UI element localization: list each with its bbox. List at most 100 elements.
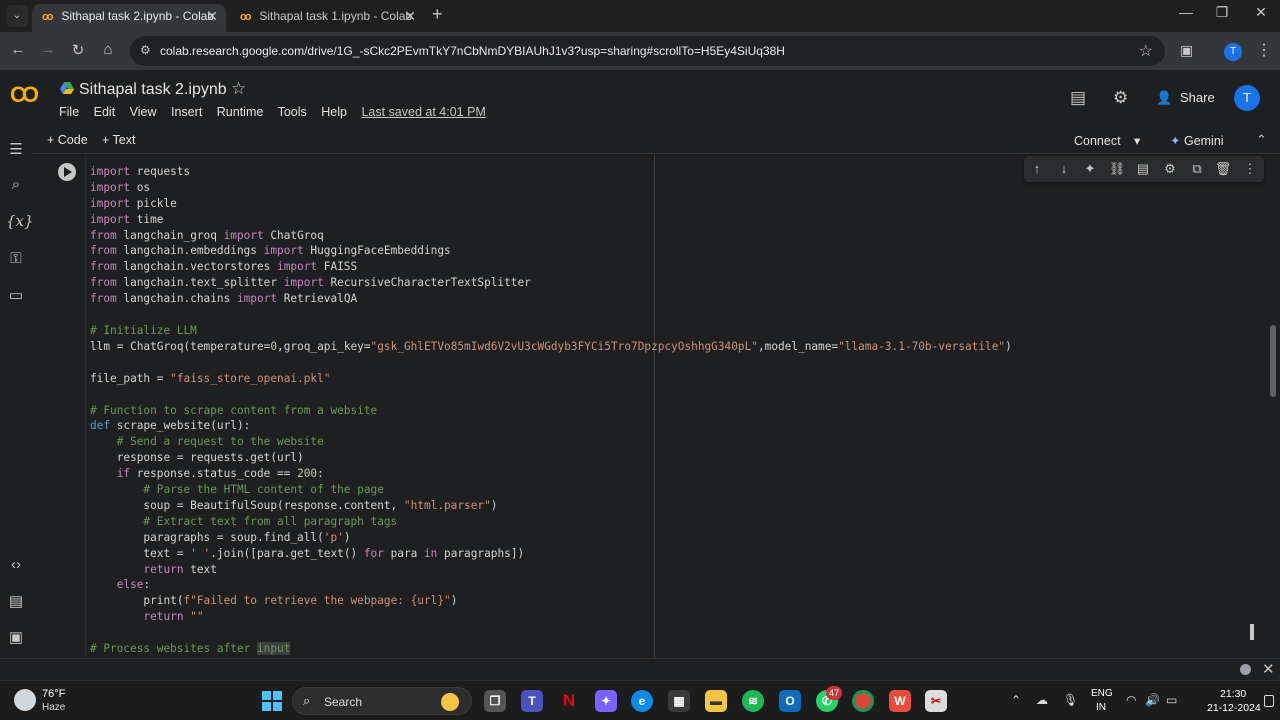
netflix-icon[interactable]: N — [558, 690, 580, 712]
new-tab-plus-icon[interactable]: + — [432, 4, 443, 25]
code-cell[interactable]: import requests import os import pickle … — [85, 155, 1268, 658]
bookmark-star-icon[interactable]: ☆ — [1139, 41, 1153, 61]
files-folder-icon[interactable]: ▭ — [6, 286, 26, 304]
url-text[interactable]: colab.research.google.com/drive/1G_-sCkc… — [160, 44, 785, 58]
menu-help[interactable]: Help — [321, 105, 347, 119]
language-indicator[interactable]: ENG — [1091, 688, 1113, 699]
variables-icon[interactable]: {x} — [6, 212, 34, 230]
star-notebook-icon[interactable]: ☆ — [231, 79, 246, 99]
comment-icon[interactable]: ▤ — [1133, 161, 1153, 177]
chrome-icon[interactable] — [852, 690, 874, 712]
status-close-icon[interactable]: ✕ — [1262, 660, 1275, 678]
gemini-cell-sparkle-icon[interactable]: ✦ — [1080, 161, 1100, 177]
colab-logo[interactable]: CO — [10, 82, 39, 108]
link-icon[interactable]: ⛓ — [1107, 161, 1127, 177]
snipping-tool-icon[interactable]: ✂ — [925, 690, 947, 712]
left-sidebar: ☰ ⌕ {x} ⚿ ▭ ‹› ▤ ▣ — [0, 128, 34, 658]
volume-icon[interactable]: 🔊 — [1145, 693, 1160, 707]
weather-description[interactable]: Haze — [42, 702, 65, 713]
notebook-title[interactable]: Sithapal task 2.ipynb — [79, 81, 227, 99]
menu-view[interactable]: View — [130, 105, 157, 119]
site-info-icon[interactable]: ⚙ — [140, 43, 151, 57]
delete-trash-icon[interactable]: 🗑 — [1213, 161, 1233, 177]
windows-start-icon[interactable] — [262, 691, 282, 711]
edge-icon[interactable]: e — [631, 690, 653, 712]
vertical-scrollbar[interactable] — [1270, 325, 1276, 397]
microphone-icon[interactable]: 🎙 — [1063, 693, 1078, 707]
teams-icon[interactable]: T — [521, 690, 543, 712]
tab-close-icon[interactable]: ✕ — [404, 4, 416, 28]
code-editor[interactable]: import requests import os import pickle … — [90, 155, 1012, 658]
search-icon[interactable]: ⌕ — [6, 176, 26, 193]
share-people-icon[interactable]: 👤 — [1156, 90, 1172, 106]
wps-office-icon[interactable]: W — [889, 690, 911, 712]
home-icon[interactable]: ⌂ — [98, 41, 118, 58]
last-saved-link[interactable]: Last saved at 4:01 PM — [361, 105, 485, 119]
minimize-icon[interactable]: — — [1171, 4, 1201, 20]
browser-menu-icon[interactable]: ⋮ — [1256, 40, 1272, 60]
wifi-icon[interactable]: ◠ — [1126, 693, 1136, 707]
weather-temperature[interactable]: 76°F — [42, 688, 65, 700]
menu-runtime[interactable]: Runtime — [217, 105, 264, 119]
code-line: from langchain.chains import RetrievalQA — [90, 292, 358, 306]
window-close-icon[interactable]: ✕ — [1246, 4, 1276, 21]
command-palette-icon[interactable]: ▤ — [6, 592, 26, 610]
terminal-icon[interactable]: ▣ — [6, 628, 26, 646]
cell-scroll-thumb[interactable] — [1250, 624, 1254, 640]
code-snippets-icon[interactable]: ‹› — [6, 556, 26, 573]
copilot-icon[interactable]: ✦ — [595, 690, 617, 712]
runtime-status-dot[interactable] — [1240, 664, 1251, 675]
store-icon[interactable]: ▦ — [668, 690, 690, 712]
taskbar-search-box[interactable]: ⌕ Search — [292, 687, 472, 715]
task-view-icon[interactable]: ❐ — [484, 690, 506, 712]
forward-arrow-icon[interactable]: → — [38, 41, 58, 58]
back-arrow-icon[interactable]: ← — [8, 41, 28, 58]
browser-profile-avatar[interactable]: T — [1224, 43, 1242, 61]
tab-close-icon[interactable]: ✕ — [206, 4, 218, 28]
weather-haze-icon[interactable] — [14, 689, 36, 711]
cell-settings-gear-icon[interactable]: ⚙ — [1160, 161, 1180, 177]
keyboard-region[interactable]: IN — [1096, 702, 1106, 713]
comments-icon[interactable]: ▤ — [1070, 88, 1086, 108]
gemini-button[interactable]: ✦ Gemini — [1170, 133, 1224, 148]
settings-gear-icon[interactable]: ⚙ — [1113, 88, 1128, 108]
onedrive-cloud-icon[interactable]: ☁ — [1036, 693, 1048, 707]
tab-search-chevron-icon[interactable]: ⌄ — [6, 5, 28, 27]
extensions-puzzle-icon[interactable]: ▣ — [1180, 42, 1193, 59]
outlook-icon[interactable]: O — [779, 690, 801, 712]
run-cell-play-icon[interactable] — [58, 163, 76, 181]
account-avatar[interactable]: T — [1234, 85, 1260, 111]
code-line: # Send a request to the website — [90, 435, 324, 449]
code-line: # Process websites after input — [90, 642, 291, 656]
mirror-cell-icon[interactable]: ⧉ — [1187, 161, 1207, 177]
clock-date[interactable]: 21-12-2024 — [1207, 702, 1261, 714]
browser-tab[interactable]: oo Sithapal task 1.ipynb - Colab ✕ — [230, 4, 424, 32]
move-cell-down-icon[interactable]: ↓ — [1054, 161, 1074, 176]
spotify-icon[interactable]: ≋ — [742, 690, 764, 712]
share-button[interactable]: Share — [1180, 90, 1215, 105]
address-bar[interactable]: ⚙ colab.research.google.com/drive/1G_-sC… — [130, 36, 1165, 66]
move-cell-up-icon[interactable]: ↑ — [1027, 161, 1047, 176]
reload-icon[interactable]: ↻ — [68, 41, 88, 59]
file-explorer-icon[interactable]: ▬ — [705, 690, 727, 712]
menu-insert[interactable]: Insert — [171, 105, 202, 119]
connect-dropdown-icon[interactable]: ▾ — [1134, 134, 1140, 148]
code-line: from langchain_groq import ChatGroq — [90, 228, 324, 242]
notifications-icon[interactable] — [1264, 695, 1274, 707]
cell-more-options-icon[interactable]: ⋮ — [1240, 161, 1260, 177]
browser-tab-active[interactable]: oo Sithapal task 2.ipynb - Colab ✕ — [32, 4, 226, 32]
add-text-cell-button[interactable]: + Text — [102, 133, 135, 147]
table-of-contents-icon[interactable]: ☰ — [6, 140, 26, 158]
menu-edit[interactable]: Edit — [94, 105, 116, 119]
connect-runtime-button[interactable]: Connect ▾ — [1074, 133, 1140, 148]
secrets-key-icon[interactable]: ⚿ — [6, 250, 26, 267]
code-line: # Initialize LLM — [90, 323, 197, 337]
clock-time[interactable]: 21:30 — [1220, 688, 1246, 700]
menu-tools[interactable]: Tools — [278, 105, 307, 119]
menu-file[interactable]: File — [59, 105, 79, 119]
battery-icon[interactable]: ▭ — [1166, 693, 1177, 707]
show-hidden-icons-chevron-icon[interactable]: ⌃ — [1011, 693, 1021, 707]
restore-icon[interactable]: ❐ — [1207, 4, 1237, 21]
add-code-cell-button[interactable]: + Code — [47, 133, 88, 147]
collapse-chevron-icon[interactable]: ⌃ — [1256, 132, 1267, 148]
